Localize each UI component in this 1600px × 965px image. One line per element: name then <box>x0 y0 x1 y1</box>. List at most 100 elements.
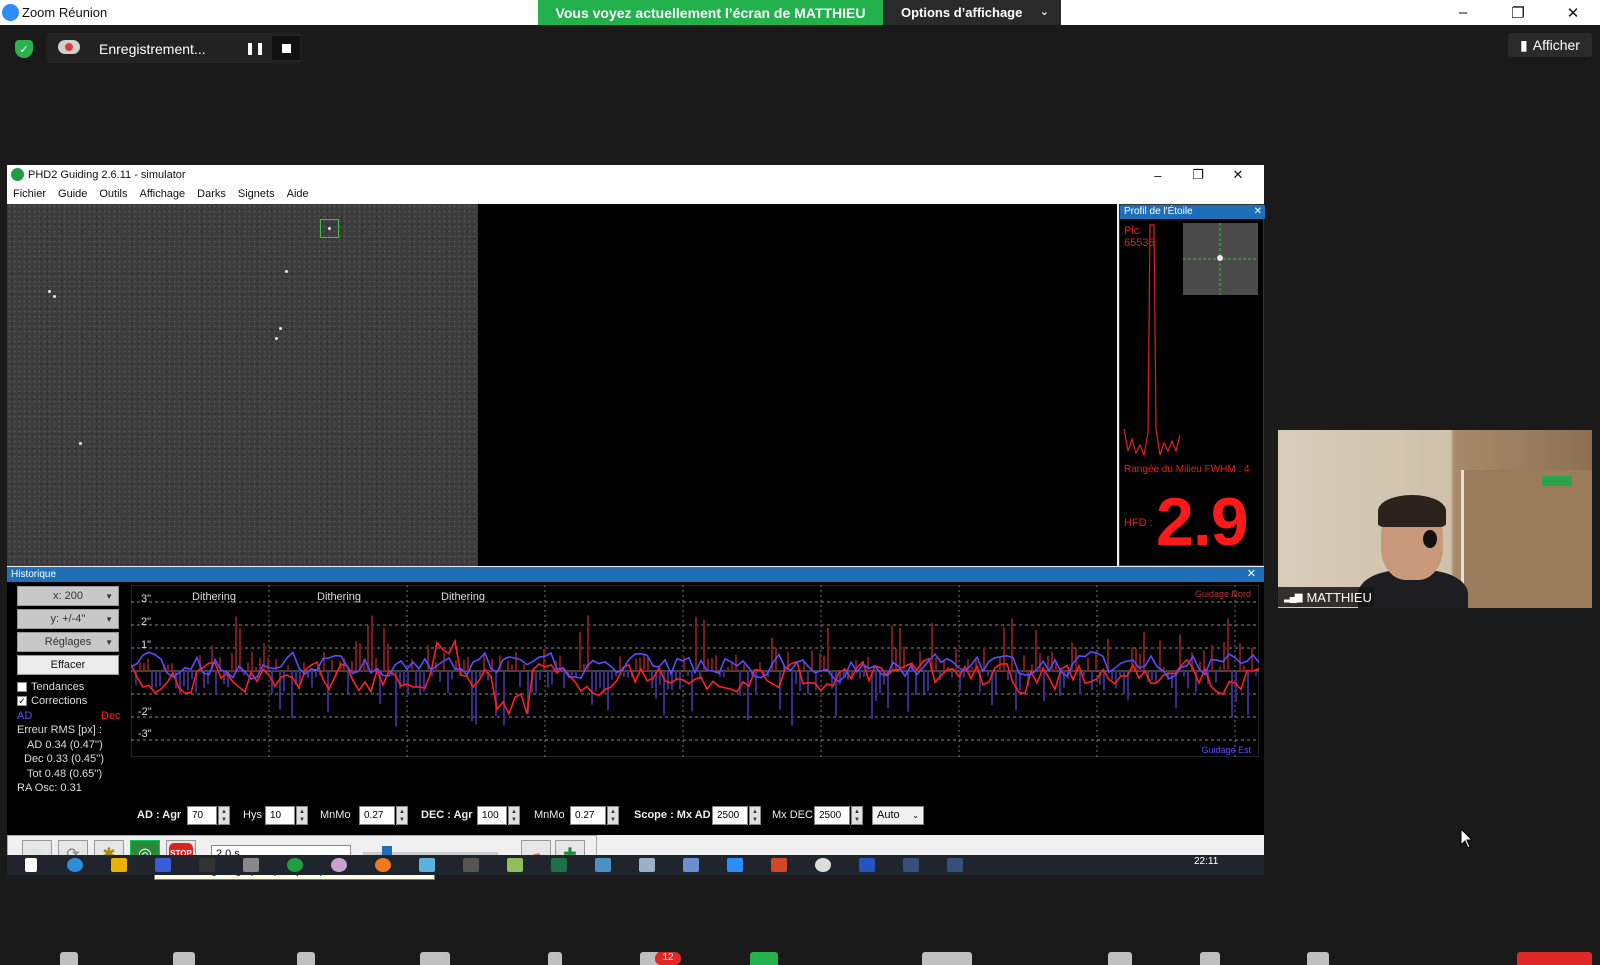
edge-icon[interactable] <box>67 858 83 872</box>
close-icon[interactable]: ✕ <box>1550 0 1596 25</box>
phd2-taskbar-icon[interactable] <box>287 858 303 872</box>
dec-agr-input[interactable]: 100 <box>477 806 507 825</box>
more-icon[interactable] <box>1307 952 1329 965</box>
correction-bar <box>1227 618 1229 671</box>
correction-bar <box>695 616 697 671</box>
star <box>285 270 288 273</box>
reactions-icon[interactable] <box>1108 952 1132 965</box>
ra-mnmo-input[interactable]: 0.27 <box>359 806 395 825</box>
camera-view[interactable] <box>7 204 1117 566</box>
restore-icon[interactable]: ❐ <box>1495 0 1541 25</box>
stop-recording-button[interactable] <box>272 36 300 60</box>
correction-bar <box>235 616 237 671</box>
app-icon[interactable] <box>595 858 611 872</box>
app-icon[interactable] <box>507 858 523 872</box>
close-icon[interactable]: ✕ <box>1247 567 1256 582</box>
menu-guide[interactable]: Guide <box>52 185 93 204</box>
menu-outils[interactable]: Outils <box>93 185 133 204</box>
correction-bar <box>727 666 729 671</box>
phd2-restore-icon[interactable]: ❐ <box>1178 165 1218 185</box>
app-icon[interactable] <box>859 858 875 872</box>
correction-bar <box>231 652 233 671</box>
settings-gear-icon[interactable] <box>815 858 831 872</box>
app-icon[interactable] <box>243 858 259 872</box>
mx-dec-input[interactable]: 2500 <box>814 806 850 825</box>
phd2-minimize-icon[interactable]: – <box>1138 165 1178 185</box>
checkbox-unchecked-icon <box>17 682 27 692</box>
video-door <box>1461 470 1592 608</box>
calculator-icon[interactable] <box>683 858 699 872</box>
menu-aide[interactable]: Aide <box>281 185 315 204</box>
app-icon[interactable] <box>331 858 347 872</box>
zoom-taskbar-icon[interactable] <box>727 858 743 872</box>
mute-icon[interactable] <box>60 952 78 965</box>
app-icon[interactable] <box>375 858 391 872</box>
apps-icon[interactable] <box>1200 952 1220 965</box>
security-icon[interactable] <box>297 952 315 965</box>
camera-image[interactable] <box>7 204 478 566</box>
participant-video[interactable] <box>1278 430 1592 608</box>
corrections-checkbox[interactable]: ✓ Corrections <box>17 695 87 707</box>
end-meeting-button[interactable] <box>1517 952 1592 965</box>
correction-bar <box>623 671 625 677</box>
app-icon[interactable] <box>903 858 919 872</box>
ra-osc: RA Osc: 0.31 <box>17 782 82 794</box>
ra-agr-label: AD : Agr <box>137 809 182 821</box>
app-icon[interactable] <box>947 858 963 872</box>
phd2-close-icon[interactable]: ✕ <box>1218 165 1258 185</box>
menu-signets[interactable]: Signets <box>232 185 281 204</box>
record-icon[interactable] <box>922 952 972 965</box>
clear-button[interactable]: Effacer <box>17 655 119 675</box>
hys-spinner[interactable]: ▲ ▼ <box>296 806 308 825</box>
dec-mode-select[interactable]: Auto ⌄ <box>872 806 924 825</box>
show-button[interactable]: ▮ Afficher <box>1508 33 1592 57</box>
share-screen-icon[interactable] <box>750 952 778 965</box>
trends-checkbox[interactable]: Tendances <box>17 681 84 693</box>
participants-icon[interactable] <box>420 952 450 965</box>
dec-agr-spinner[interactable]: ▲ ▼ <box>508 806 520 825</box>
menu-affichage[interactable]: Affichage <box>134 185 192 204</box>
video-icon[interactable] <box>173 952 195 965</box>
dec-mnmo-input[interactable]: 0.27 <box>570 806 606 825</box>
shield-icon[interactable]: ✓ <box>15 40 33 58</box>
polls-icon[interactable] <box>548 952 562 965</box>
y-scale-dropdown[interactable]: y: +/-4'' ▼ <box>17 609 119 629</box>
ra-agr-input[interactable]: 70 <box>187 806 217 825</box>
correction-bar <box>927 671 929 691</box>
display-options-button[interactable]: Options d’affichage ⌄ <box>883 0 1061 25</box>
correction-bar <box>151 671 153 689</box>
y-tick-1: 1" <box>141 639 151 651</box>
rms-title: Erreur RMS [px] : <box>17 724 102 736</box>
dec-mnmo-spinner[interactable]: ▲ ▼ <box>607 806 619 825</box>
ra-agr-spinner[interactable]: ▲ ▼ <box>218 806 230 825</box>
hys-label: Hys <box>243 809 262 821</box>
settings-dropdown[interactable]: Réglages ▼ <box>17 632 119 652</box>
folder-icon[interactable] <box>111 858 127 872</box>
menu-fichier[interactable]: Fichier <box>7 185 52 204</box>
minimize-icon[interactable]: – <box>1440 0 1486 25</box>
correction-bar <box>1079 671 1081 695</box>
correction-bar <box>267 657 269 671</box>
mx-ra-spinner[interactable]: ▲ ▼ <box>749 806 761 825</box>
x-scale-dropdown[interactable]: x: 200 ▼ <box>17 586 119 606</box>
windows-start-icon[interactable] <box>25 858 37 872</box>
app-icon[interactable] <box>199 858 215 872</box>
mx-ra-input[interactable]: 2500 <box>712 806 748 825</box>
excel-icon[interactable] <box>551 858 567 872</box>
app-icon[interactable] <box>639 858 655 872</box>
ra-mnmo-spinner[interactable]: ▲ ▼ <box>396 806 408 825</box>
pause-recording-button[interactable]: ❚❚ <box>244 38 266 58</box>
app-icon[interactable] <box>155 858 171 872</box>
correction-bar <box>955 648 957 671</box>
app-icon[interactable] <box>419 858 435 872</box>
terminal-icon[interactable] <box>463 858 479 872</box>
close-icon[interactable]: ✕ <box>1254 205 1262 219</box>
mx-dec-spinner[interactable]: ▲ ▼ <box>851 806 863 825</box>
phd2-window: PHD2 Guiding 2.6.11 - simulator – ❐ ✕ Fi… <box>7 165 1265 880</box>
correction-bar <box>995 671 997 694</box>
hys-input[interactable]: 10 <box>265 806 295 825</box>
correction-bar <box>183 671 185 686</box>
menu-darks[interactable]: Darks <box>191 185 232 204</box>
powerpoint-icon[interactable] <box>771 858 787 872</box>
correction-bar <box>791 671 793 726</box>
